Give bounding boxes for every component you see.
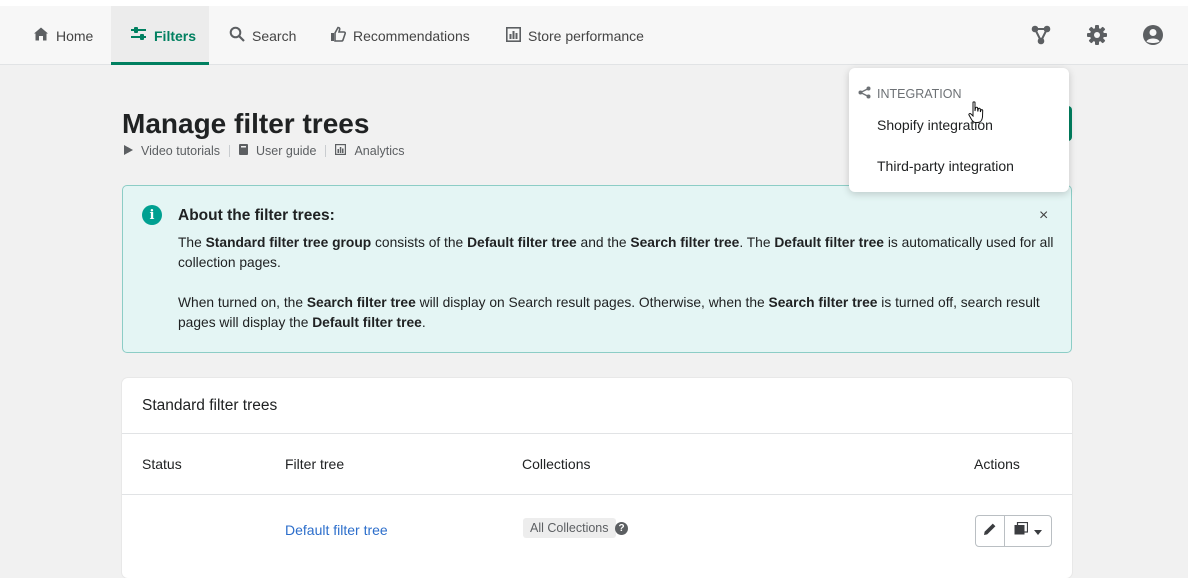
column-header-status: Status: [142, 456, 182, 472]
play-icon: [124, 144, 133, 158]
banner-paragraph-2: When turned on, the Search filter tree w…: [178, 295, 1040, 330]
divider: [122, 433, 1072, 434]
column-header-filter-tree: Filter tree: [285, 456, 345, 472]
column-header-collections: Collections: [522, 456, 591, 472]
home-icon: [33, 26, 49, 45]
integration-icon[interactable]: [1029, 23, 1053, 47]
column-header-actions: Actions: [974, 456, 1020, 472]
tab-store-performance-label: Store performance: [528, 27, 644, 44]
close-icon[interactable]: ×: [1039, 207, 1048, 225]
top-navigation: Home Filters Search Recommendations Stor…: [0, 0, 1188, 65]
tab-home-label: Home: [56, 27, 94, 44]
divider: [325, 145, 327, 157]
thumbs-up-icon: [330, 26, 346, 45]
search-icon: [229, 26, 245, 45]
banner-title: About the filter trees:: [178, 207, 335, 224]
collections-badge: All Collections: [523, 518, 616, 538]
chevron-down-icon: [1034, 522, 1042, 540]
page-title: Manage filter trees: [122, 108, 370, 139]
book-icon: [239, 144, 248, 158]
filters-icon: [130, 26, 147, 45]
banner-paragraph-1: The Standard filter tree group consists …: [178, 235, 1054, 270]
share-icon: [858, 86, 871, 102]
help-icon[interactable]: ?: [615, 522, 628, 535]
tab-store-performance[interactable]: Store performance: [506, 6, 644, 65]
info-banner: i About the filter trees: × The Standard…: [122, 185, 1072, 353]
pencil-icon: [983, 522, 997, 541]
help-links: Video tutorials User guide Analytics: [124, 144, 404, 158]
user-guide-link[interactable]: User guide: [239, 144, 316, 158]
tab-recommendations-label: Recommendations: [353, 27, 470, 44]
tab-recommendations[interactable]: Recommendations: [330, 6, 470, 65]
edit-button[interactable]: [976, 516, 1005, 546]
video-tutorials-label: Video tutorials: [141, 144, 220, 158]
tab-home[interactable]: Home: [33, 6, 93, 65]
analytics-icon: [335, 144, 347, 158]
integration-dropdown: INTEGRATION Shopify integration Third-pa…: [849, 68, 1069, 192]
divider: [229, 145, 230, 157]
card-title: Standard filter trees: [142, 397, 278, 414]
duplicate-menu-button[interactable]: [1005, 516, 1051, 546]
tab-search[interactable]: Search: [229, 6, 296, 65]
tab-search-label: Search: [252, 27, 297, 44]
user-guide-label: User guide: [256, 144, 317, 158]
divider: [122, 494, 1072, 495]
video-tutorials-link[interactable]: Video tutorials: [124, 144, 220, 158]
hand-cursor-icon: [968, 101, 986, 130]
standard-filter-trees-card: Standard filter trees Status Filter tree…: [122, 378, 1072, 578]
bar-chart-icon: [506, 26, 521, 45]
info-icon: i: [142, 205, 162, 225]
dropdown-header-label: INTEGRATION: [877, 87, 962, 101]
gear-icon[interactable]: [1085, 23, 1109, 47]
duplicate-icon: [1014, 521, 1029, 540]
account-icon[interactable]: [1141, 23, 1165, 47]
tab-filters[interactable]: Filters: [111, 6, 209, 65]
dropdown-header: INTEGRATION: [858, 86, 962, 102]
tab-filters-label: Filters: [154, 27, 197, 44]
row-actions: [975, 515, 1052, 547]
analytics-link[interactable]: Analytics: [335, 144, 404, 158]
analytics-label: Analytics: [354, 144, 405, 158]
filter-tree-link[interactable]: Default filter tree: [285, 522, 388, 538]
third-party-integration-item[interactable]: Third-party integration: [877, 158, 1014, 174]
